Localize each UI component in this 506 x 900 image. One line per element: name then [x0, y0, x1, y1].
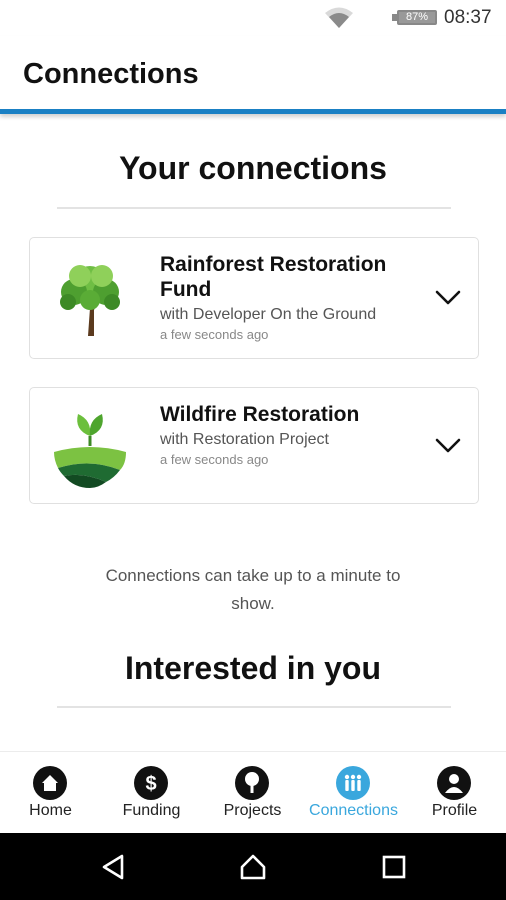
bottom-nav: Home $ Funding Projects Connections Prof… [0, 751, 506, 833]
nav-item-funding[interactable]: $ Funding [101, 752, 202, 834]
connection-name: Wildfire Restoration [160, 403, 360, 426]
recents-icon[interactable] [380, 853, 408, 881]
connection-card[interactable]: Rainforest Restoration Fund with Develop… [29, 237, 479, 359]
connection-partner: with Restoration Project [160, 431, 329, 448]
back-icon[interactable] [100, 853, 128, 881]
clock: 08:37 [444, 7, 492, 28]
dollar-icon: $ [134, 766, 168, 800]
your-connections-heading: Your connections [119, 150, 387, 186]
connection-time: a few seconds ago [160, 452, 269, 467]
nav-label: Funding [122, 802, 181, 819]
nav-item-home[interactable]: Home [0, 752, 101, 834]
home-icon [33, 766, 67, 800]
divider [57, 207, 451, 209]
app-header: Connections [0, 36, 506, 114]
tree-icon [235, 766, 269, 800]
home-button-icon[interactable] [239, 853, 267, 881]
interested-heading: Interested in you [124, 650, 382, 686]
nav-label: Projects [223, 802, 282, 819]
nav-item-profile[interactable]: Profile [404, 752, 505, 834]
chevron-down-icon[interactable] [434, 289, 462, 307]
people-icon [336, 766, 370, 800]
connection-card[interactable]: Wildfire Restoration with Restoration Pr… [29, 387, 479, 504]
nav-label: Home [29, 802, 72, 819]
nav-label: Connections [309, 802, 398, 819]
nav-item-projects[interactable]: Projects [202, 752, 303, 834]
nav-item-connections[interactable]: Connections [303, 752, 404, 834]
sprout-field-icon [54, 414, 126, 488]
connection-partner: with Developer On the Ground [160, 306, 377, 323]
system-nav-bar [0, 833, 506, 900]
connection-time: a few seconds ago [160, 327, 269, 342]
status-bar: 87% 08:37 [0, 0, 506, 36]
tree-icon [60, 265, 120, 336]
info-text: Connections can take up to a minute to s… [105, 566, 401, 613]
svg-text:$: $ [145, 773, 156, 795]
chevron-down-icon[interactable] [434, 437, 462, 455]
divider [57, 706, 451, 708]
page-title: Connections [23, 58, 199, 90]
nav-label: Profile [431, 802, 478, 819]
person-icon [437, 766, 471, 800]
battery-level: 87% [405, 11, 429, 23]
wifi-icon [325, 7, 353, 28]
connection-name: Rainforest Restoration Fund [160, 253, 387, 301]
